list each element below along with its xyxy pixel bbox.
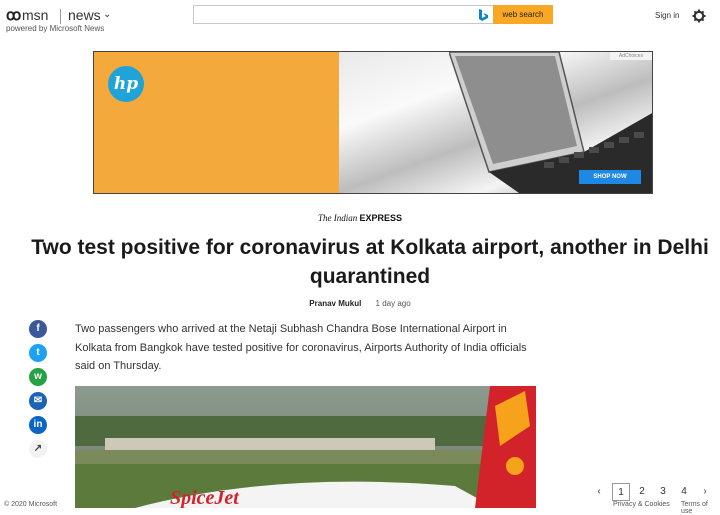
msn-logo[interactable]: ꝏ msn news ⌄ powered by Microsoft News: [6, 6, 126, 36]
facebook-share-icon[interactable]: f: [29, 320, 47, 338]
pagination: ‹ 1 2 3 4 ›: [590, 483, 720, 503]
gear-icon[interactable]: [692, 9, 706, 23]
next-page-button[interactable]: ›: [696, 483, 714, 501]
publisher-name: EXPRESS: [359, 213, 403, 223]
terms-of-use-link[interactable]: Terms of use: [681, 501, 720, 515]
hp-logo: hp: [108, 66, 144, 102]
page-4-button[interactable]: 4: [675, 483, 693, 501]
byline: Pranav Mukul 1 day ago: [0, 299, 720, 308]
article-body: Two passengers who arrived at the Netaji…: [75, 323, 527, 372]
header-divider: [60, 9, 61, 24]
twitter-share-icon[interactable]: t: [29, 344, 47, 362]
author-name[interactable]: Pranav Mukul: [309, 299, 361, 308]
linkedin-share-icon[interactable]: in: [29, 416, 47, 434]
section-name[interactable]: news: [68, 7, 101, 23]
advertisement-banner[interactable]: hp SHOP NOW: [93, 51, 653, 194]
article-photo: SpiceJet: [75, 386, 536, 508]
page-2-button[interactable]: 2: [633, 483, 651, 501]
adchoices-badge[interactable]: AdChoices: [610, 52, 652, 60]
page-1-button[interactable]: 1: [612, 483, 630, 501]
publisher-prefix: The Indian: [317, 213, 358, 223]
article-title: Two test positive for coronavirus at Kol…: [31, 236, 709, 288]
chevron-down-icon[interactable]: ⌄: [103, 9, 111, 20]
more-share-icon[interactable]: ↗: [29, 440, 47, 458]
bing-icon: [479, 9, 488, 21]
msn-butterfly-icon: ꝏ: [6, 7, 22, 24]
svg-text:SpiceJet: SpiceJet: [170, 487, 240, 508]
publisher-logo[interactable]: The Indian EXPRESS: [0, 208, 720, 226]
email-share-icon[interactable]: ✉: [29, 392, 47, 410]
privacy-cookies-link[interactable]: Privacy & Cookies: [613, 501, 670, 508]
search-input[interactable]: [194, 6, 491, 23]
powered-by-text: powered by Microsoft News: [6, 24, 105, 33]
brand-name: msn: [22, 7, 49, 23]
search-bar: web search: [193, 5, 553, 24]
previous-page-button[interactable]: ‹: [590, 483, 608, 501]
page-3-button[interactable]: 3: [654, 483, 672, 501]
timestamp: 1 day ago: [375, 299, 411, 308]
web-search-button[interactable]: web search: [493, 5, 553, 24]
copyright-text: © 2020 Microsoft: [4, 501, 58, 508]
sign-in-link[interactable]: Sign in: [655, 11, 679, 20]
shop-now-button[interactable]: SHOP NOW: [579, 170, 641, 184]
whatsapp-share-icon[interactable]: w: [29, 368, 47, 386]
